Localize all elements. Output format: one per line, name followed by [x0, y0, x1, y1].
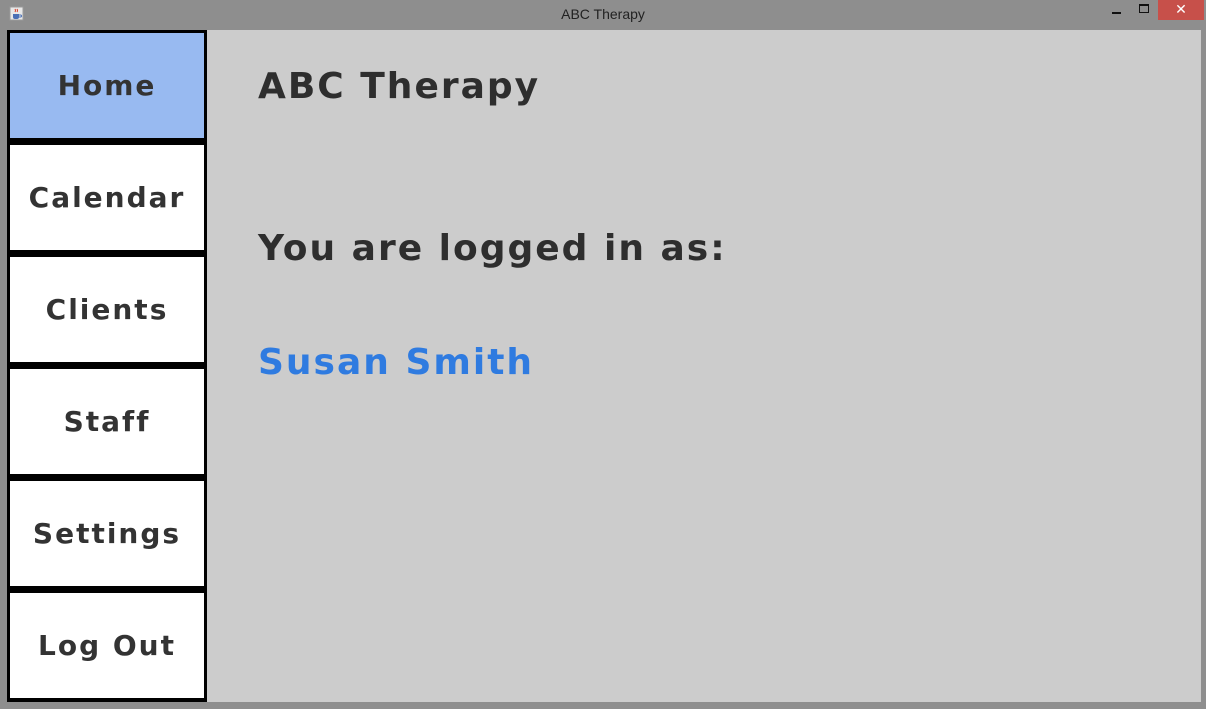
main-panel: ABC Therapy You are logged in as: Susan …: [207, 30, 1201, 702]
close-button[interactable]: ✕: [1158, 0, 1204, 20]
maximize-icon: [1139, 3, 1149, 13]
user-name: Susan Smith: [258, 342, 535, 383]
sidebar-item-home[interactable]: Home: [10, 33, 204, 138]
close-icon: ✕: [1175, 2, 1187, 18]
title-bar[interactable]: ABC Therapy ✕: [0, 0, 1206, 30]
minimize-icon: [1111, 12, 1121, 14]
sidebar: Home Calendar Clients Staff Settings Log…: [7, 30, 207, 702]
page-title: ABC Therapy: [258, 66, 541, 107]
sidebar-item-calendar[interactable]: Calendar: [10, 145, 204, 250]
sidebar-item-settings[interactable]: Settings: [10, 481, 204, 586]
client-area: Home Calendar Clients Staff Settings Log…: [7, 30, 1201, 702]
maximize-button[interactable]: [1131, 0, 1157, 20]
window-title: ABC Therapy: [561, 6, 645, 22]
app-window: ABC Therapy ✕ Home Calendar Clients Staf…: [0, 0, 1206, 709]
sidebar-item-staff[interactable]: Staff: [10, 369, 204, 474]
minimize-button[interactable]: [1103, 0, 1129, 20]
sidebar-item-clients[interactable]: Clients: [10, 257, 204, 362]
sidebar-item-log-out[interactable]: Log Out: [10, 593, 204, 698]
logged-in-label: You are logged in as:: [258, 228, 727, 269]
